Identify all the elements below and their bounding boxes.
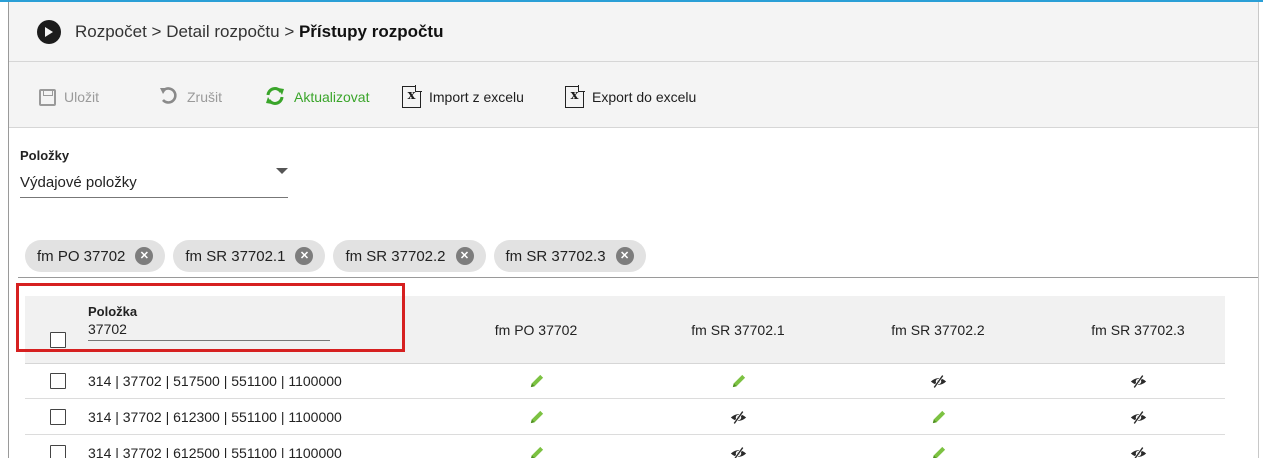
permission-cell[interactable]: [653, 400, 823, 435]
chip-fm-sr-37702-1[interactable]: fm SR 37702.1 ✕: [173, 240, 326, 272]
table-row: 314 | 37702 | 612300 | 551100 | 1100000: [25, 400, 1225, 435]
chip-fm-sr-37702-2[interactable]: fm SR 37702.2 ✕: [333, 240, 486, 272]
eye-slash-icon: [730, 410, 746, 425]
items-filter-select[interactable]: Výdajové položky: [20, 168, 288, 198]
chip-label: fm PO 37702: [37, 247, 126, 265]
import-from-excel-button[interactable]: x Import z excelu: [402, 85, 524, 108]
permission-cell[interactable]: [1053, 436, 1223, 458]
column-chips: fm PO 37702 ✕ fm SR 37702.1 ✕ fm SR 3770…: [25, 240, 654, 272]
chip-label: fm SR 37702.2: [345, 247, 446, 265]
refresh-label: Aktualizovat: [294, 89, 370, 105]
breadcrumb-item-budget-detail[interactable]: Detail rozpočtu: [166, 22, 279, 41]
eye-slash-icon: [1130, 446, 1146, 458]
breadcrumb-current-page: Přístupy rozpočtu: [298, 22, 444, 41]
pencil-icon: [530, 446, 543, 458]
divider: [18, 277, 1258, 278]
row-item-label: 314 | 37702 | 612300 | 551100 | 1100000: [88, 409, 342, 425]
pencil-icon: [932, 410, 945, 424]
table-row: 314 | 37702 | 517500 | 551100 | 1100000: [25, 364, 1225, 399]
excel-file-icon: x: [565, 85, 585, 108]
table-row: 314 | 37702 | 612500 | 551100 | 1100000: [25, 436, 1225, 458]
pencil-icon: [932, 446, 945, 458]
app-logo-icon[interactable]: [37, 20, 61, 44]
export-label: Export do excelu: [592, 89, 697, 105]
app-window: Rozpočet > Detail rozpočtu > Přístupy ro…: [0, 0, 1263, 458]
breadcrumb-item-budget[interactable]: Rozpočet: [75, 22, 147, 41]
export-to-excel-button[interactable]: x Export do excelu: [565, 85, 697, 108]
breadcrumb-separator: >: [279, 22, 299, 41]
items-filter-label: Položky: [20, 148, 70, 163]
close-icon[interactable]: ✕: [615, 247, 634, 265]
permission-cell[interactable]: [451, 436, 621, 458]
import-label: Import z excelu: [429, 89, 524, 105]
chip-label: fm SR 37702.1: [185, 247, 286, 265]
pencil-icon: [530, 374, 543, 388]
permission-cell[interactable]: [853, 436, 1023, 458]
save-button[interactable]: Uložit: [39, 86, 99, 108]
permission-cell[interactable]: [853, 364, 1023, 399]
items-filter-value: Výdajové položky: [20, 174, 137, 191]
permission-cell[interactable]: [1053, 400, 1223, 435]
chevron-down-icon: [276, 168, 288, 174]
chip-fm-po-37702[interactable]: fm PO 37702 ✕: [25, 240, 166, 272]
save-label: Uložit: [64, 89, 100, 105]
eye-slash-icon: [930, 374, 946, 389]
row-checkbox[interactable]: [50, 409, 66, 425]
eye-slash-icon: [1130, 410, 1146, 425]
permission-cell[interactable]: [451, 400, 621, 435]
highlight-box: [16, 283, 405, 352]
chip-label: fm SR 37702.3: [505, 247, 606, 265]
undo-icon: [159, 86, 179, 109]
refresh-icon: [264, 86, 286, 109]
permission-cell[interactable]: [1053, 364, 1223, 399]
row-checkbox[interactable]: [50, 445, 66, 458]
row-item-label: 314 | 37702 | 517500 | 551100 | 1100000: [88, 373, 342, 389]
column-header-fm-po-37702[interactable]: fm PO 37702: [451, 322, 621, 338]
toolbar: Uložit Zrušit Aktualizovat x Import z ex…: [9, 62, 1258, 128]
refresh-button[interactable]: Aktualizovat: [264, 86, 369, 108]
close-icon[interactable]: ✕: [455, 247, 474, 265]
close-icon[interactable]: ✕: [295, 247, 314, 265]
chip-fm-sr-37702-3[interactable]: fm SR 37702.3 ✕: [493, 240, 646, 272]
eye-slash-icon: [730, 446, 746, 458]
floppy-disk-icon: [39, 88, 56, 106]
row-item-label: 314 | 37702 | 612500 | 551100 | 1100000: [88, 445, 342, 458]
column-header-fm-sr-37702-3[interactable]: fm SR 37702.3: [1053, 322, 1223, 338]
column-header-fm-sr-37702-2[interactable]: fm SR 37702.2: [853, 322, 1023, 338]
excel-file-icon: x: [402, 85, 422, 108]
eye-slash-icon: [1130, 374, 1146, 389]
permission-cell[interactable]: [451, 364, 621, 399]
permission-cell[interactable]: [653, 436, 823, 458]
pencil-icon: [732, 374, 745, 388]
breadcrumb-bar: Rozpočet > Detail rozpočtu > Přístupy ro…: [9, 2, 1258, 62]
permission-cell[interactable]: [653, 364, 823, 399]
pencil-icon: [530, 410, 543, 424]
close-icon[interactable]: ✕: [135, 247, 154, 265]
cancel-label: Zrušit: [187, 89, 222, 105]
cancel-button[interactable]: Zrušit: [159, 86, 222, 108]
column-header-fm-sr-37702-1[interactable]: fm SR 37702.1: [653, 322, 823, 338]
row-checkbox[interactable]: [50, 373, 66, 389]
breadcrumb: Rozpočet > Detail rozpočtu > Přístupy ro…: [75, 22, 443, 42]
right-border: [1258, 2, 1259, 458]
permission-cell[interactable]: [853, 400, 1023, 435]
breadcrumb-separator: >: [146, 22, 167, 41]
